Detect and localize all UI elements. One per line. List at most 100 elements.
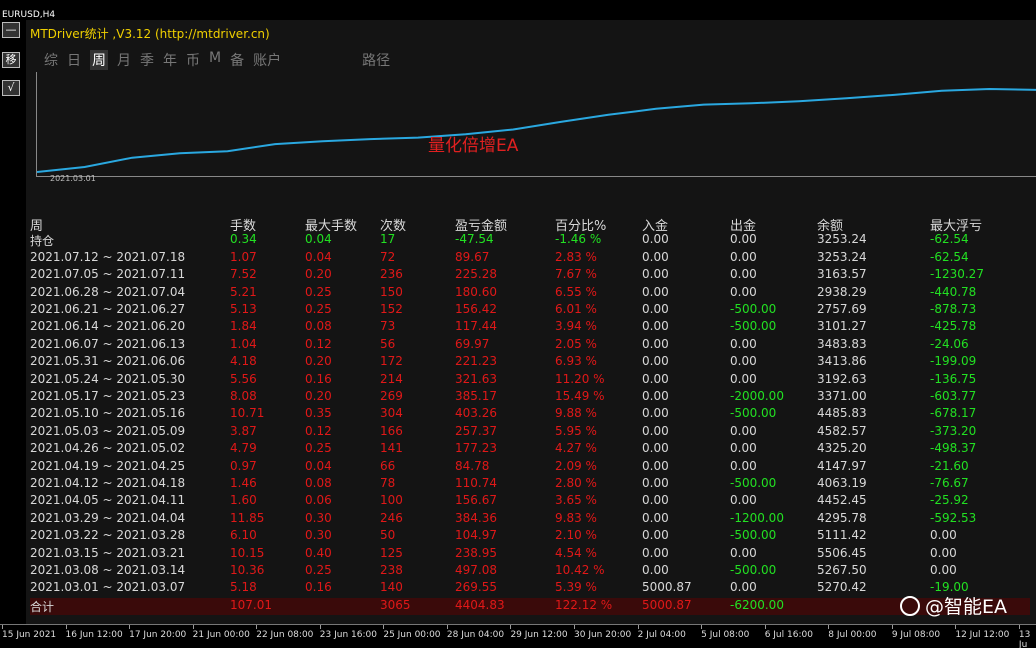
cell: 2.10 % <box>555 528 597 543</box>
cell: 2021.03.15 ~ 2021.03.21 <box>30 545 186 560</box>
cell: 3192.63 <box>817 371 867 386</box>
tab-6[interactable]: 币 <box>186 50 200 70</box>
cell: 6.01 % <box>555 302 597 316</box>
cell: 9.83 % <box>555 510 597 525</box>
cell: 0.25 <box>305 441 332 456</box>
cell: -592.53 <box>930 510 977 525</box>
cell: 3.87 <box>230 423 257 438</box>
tab-9[interactable]: 账户 <box>253 50 281 70</box>
cell: 5506.45 <box>817 545 867 560</box>
tab-4[interactable]: 季 <box>140 50 154 70</box>
cell: -21.60 <box>930 458 969 473</box>
table-row: 2021.06.07 ~ 2021.06.13 1.04 0.12 56 69.97 2.… <box>30 337 1030 354</box>
time-axis-tick <box>828 625 830 629</box>
cell: 0.00 <box>642 267 669 282</box>
cell: 4325.20 <box>817 441 867 456</box>
cell: 125 <box>380 545 403 560</box>
cell: -603.77 <box>930 389 977 403</box>
cell: 0.00 <box>730 545 757 560</box>
cell: 304 <box>380 406 403 421</box>
tab-7[interactable]: M <box>209 50 221 70</box>
cell: 150 <box>380 284 403 299</box>
move-button[interactable]: 移 <box>2 52 20 68</box>
table-row: 2021.07.12 ~ 2021.07.18 1.07 0.04 72 89.67 2.… <box>30 250 1030 267</box>
cell: 7.52 <box>230 267 257 282</box>
cell: 0.06 <box>305 493 332 508</box>
cell: -500.00 <box>730 319 777 334</box>
cell: 107.01 <box>230 597 272 612</box>
cell: 3371.00 <box>817 389 867 403</box>
cell: 89.67 <box>455 249 490 264</box>
cell: 2021.04.19 ~ 2021.04.25 <box>30 458 186 473</box>
cell: -47.54 <box>455 232 494 247</box>
cell: 15.49 % <box>555 389 605 403</box>
cell: 周 <box>30 219 44 234</box>
cell: 5.39 % <box>555 580 597 595</box>
cell: 0.00 <box>642 389 669 403</box>
cell: 5.18 <box>230 580 257 595</box>
cell: -500.00 <box>730 302 777 316</box>
cell: 0.04 <box>305 232 332 247</box>
cell: 最大手数 <box>305 219 358 234</box>
cell: 0.00 <box>642 528 669 543</box>
tab-1[interactable]: 日 <box>67 50 81 70</box>
cell: 2.80 % <box>555 476 597 490</box>
time-axis-label: 15 Jun 2021 <box>2 630 57 640</box>
cell: 2021.05.10 ~ 2021.05.16 <box>30 406 186 421</box>
cell: 0.00 <box>730 423 757 438</box>
cell: -25.92 <box>930 493 969 508</box>
table-row: 2021.05.10 ~ 2021.05.16 10.71 0.35 304 403.2… <box>30 406 1030 423</box>
cell: 0.00 <box>730 284 757 299</box>
cell: 385.17 <box>455 389 497 403</box>
table-header: 周 手数 最大手数 次数 盈亏金额 百分比% 入金 出金 余额 最大浮亏 <box>30 215 1030 234</box>
cell: 2021.07.05 ~ 2021.07.11 <box>30 267 186 282</box>
cell: -199.09 <box>930 354 977 369</box>
cell: 2021.06.28 ~ 2021.07.04 <box>30 284 186 299</box>
cell: 11.20 % <box>555 371 605 386</box>
cell: 5267.50 <box>817 563 867 577</box>
cell: 156.42 <box>455 302 497 316</box>
cell: 10.42 % <box>555 563 605 577</box>
tab-5[interactable]: 年 <box>163 50 177 70</box>
minimize-button[interactable]: — <box>2 22 20 38</box>
table-row: 2021.04.05 ~ 2021.04.11 1.60 0.06 100 156.67… <box>30 493 1030 510</box>
cell: 4.18 <box>230 354 257 369</box>
curve-start-date: 2021.03.01 <box>50 174 96 183</box>
time-axis-label: 5 Jul 08:00 <box>701 630 750 640</box>
cell: 0.00 <box>642 302 669 316</box>
cell: 0.00 <box>730 249 757 264</box>
check-button[interactable]: √ <box>2 80 20 96</box>
cell: 0.00 <box>642 563 669 577</box>
cell: 3483.83 <box>817 336 867 351</box>
cell: 0.00 <box>930 528 957 543</box>
cell: 166 <box>380 423 403 438</box>
cell: 172 <box>380 354 403 369</box>
table-row: 2021.05.17 ~ 2021.05.23 8.08 0.20 269 385.17… <box>30 389 1030 406</box>
tab-8[interactable]: 备 <box>230 50 244 70</box>
time-axis-tick <box>446 625 448 629</box>
left-gutter: — 移 √ <box>0 20 26 624</box>
cell: 0.34 <box>230 232 257 247</box>
tab-0[interactable]: 综 <box>44 50 58 70</box>
cell: 0.00 <box>642 458 669 473</box>
cell: -500.00 <box>730 406 777 421</box>
tab-10[interactable]: 路径 <box>362 50 390 70</box>
time-axis-tick <box>319 625 321 629</box>
cell: 0.12 <box>305 336 332 351</box>
cell: 0.00 <box>642 371 669 386</box>
cell: 0.00 <box>730 267 757 282</box>
cell: 0.97 <box>230 458 257 473</box>
cell: 4063.19 <box>817 476 867 490</box>
cell: 497.08 <box>455 563 497 577</box>
cell: 0.00 <box>930 545 957 560</box>
tab-2[interactable]: 周 <box>90 50 108 70</box>
cell: 2.83 % <box>555 249 597 264</box>
cell: 2021.06.14 ~ 2021.06.20 <box>30 319 186 334</box>
tab-3[interactable]: 月 <box>117 50 131 70</box>
cell: 5.56 <box>230 371 257 386</box>
table-row: 2021.05.03 ~ 2021.05.09 3.87 0.12 166 257.37… <box>30 424 1030 441</box>
cell: 0.00 <box>730 458 757 473</box>
cell: 0.00 <box>642 406 669 421</box>
cell: 269 <box>380 389 403 403</box>
cell: 0.00 <box>642 510 669 525</box>
